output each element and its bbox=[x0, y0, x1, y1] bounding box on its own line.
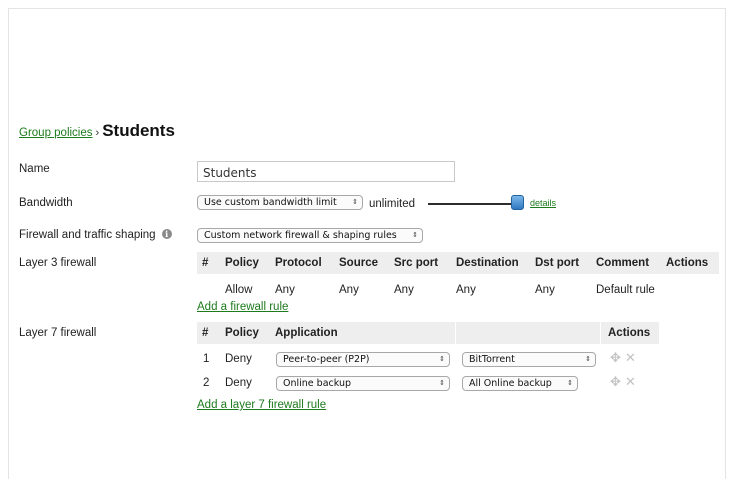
layer7-row-num: 1 bbox=[203, 353, 210, 365]
layer3-header-src-port: Src port bbox=[394, 257, 439, 269]
layer3-header-source: Source bbox=[339, 257, 378, 269]
content-frame bbox=[8, 8, 726, 479]
breadcrumb: Group policies › Students bbox=[19, 121, 175, 141]
layer7-header-actions: Actions bbox=[608, 327, 651, 339]
layer7-row1-category-select[interactable]: Peer-to-peer (P2P) ⇕ bbox=[276, 352, 450, 367]
layer7-header-policy: Policy bbox=[225, 327, 259, 339]
layer3-header-protocol: Protocol bbox=[275, 257, 322, 269]
breadcrumb-group-policies-link[interactable]: Group policies bbox=[19, 127, 93, 139]
bandwidth-label: Bandwidth bbox=[19, 197, 73, 209]
add-layer7-rule-link[interactable]: Add a layer 7 firewall rule bbox=[197, 399, 326, 411]
layer7-row2-category-value: Online backup bbox=[283, 378, 351, 389]
firewall-shaping-label: Firewall and traffic shaping i bbox=[19, 229, 172, 241]
layer3-row-source: Any bbox=[339, 284, 359, 296]
breadcrumb-separator: › bbox=[95, 127, 100, 139]
bandwidth-value-text: unlimited bbox=[369, 198, 416, 210]
delete-icon[interactable]: ✕ bbox=[625, 351, 636, 364]
select-arrow-icon: ⇕ bbox=[439, 355, 445, 363]
layer3-header-destination: Destination bbox=[456, 257, 519, 269]
delete-icon[interactable]: ✕ bbox=[625, 375, 636, 388]
bandwidth-slider-handle[interactable] bbox=[511, 195, 524, 210]
layer7-header-blank-cell bbox=[456, 322, 600, 344]
layer3-row-src-port: Any bbox=[394, 284, 414, 296]
bandwidth-details-link[interactable]: details bbox=[530, 198, 556, 208]
bandwidth-mode-value: Use custom bandwidth limit bbox=[204, 197, 337, 208]
layer7-row1-category-value: Peer-to-peer (P2P) bbox=[283, 354, 370, 365]
bandwidth-slider-track[interactable] bbox=[428, 203, 518, 205]
page-title: Students bbox=[102, 121, 175, 140]
layer7-firewall-label: Layer 7 firewall bbox=[19, 327, 97, 339]
select-arrow-icon: ⇕ bbox=[567, 379, 573, 387]
layer7-row-num: 2 bbox=[203, 377, 210, 389]
layer7-row1-app-select[interactable]: BitTorrent ⇕ bbox=[462, 352, 596, 367]
select-arrow-icon: ⇕ bbox=[412, 231, 418, 239]
layer7-row-policy: Deny bbox=[225, 353, 252, 365]
layer3-row-dst-port: Any bbox=[535, 284, 555, 296]
layer3-row-comment: Default rule bbox=[596, 284, 655, 296]
name-input[interactable]: Students bbox=[197, 161, 455, 182]
layer3-header-dst-port: Dst port bbox=[535, 257, 580, 269]
select-arrow-icon: ⇕ bbox=[585, 355, 591, 363]
layer7-header-num: # bbox=[202, 327, 209, 339]
info-icon[interactable]: i bbox=[161, 229, 172, 239]
layer7-row1-app-value: BitTorrent bbox=[469, 354, 515, 365]
name-label: Name bbox=[19, 163, 50, 175]
bandwidth-mode-select[interactable]: Use custom bandwidth limit ⇕ bbox=[197, 195, 363, 210]
move-icon[interactable]: ✥ bbox=[610, 351, 621, 364]
layer7-row2-category-select[interactable]: Online backup ⇕ bbox=[276, 376, 450, 391]
layer7-row-policy: Deny bbox=[225, 377, 252, 389]
layer7-row2-app-select[interactable]: All Online backup ⇕ bbox=[462, 376, 578, 391]
layer3-header-comment: Comment bbox=[596, 257, 650, 269]
layer7-row2-app-value: All Online backup bbox=[469, 378, 552, 389]
layer3-header-policy: Policy bbox=[225, 257, 259, 269]
layer7-header-application: Application bbox=[275, 327, 338, 339]
layer3-row-protocol: Any bbox=[275, 284, 295, 296]
move-icon[interactable]: ✥ bbox=[610, 375, 621, 388]
layer3-header-actions: Actions bbox=[666, 257, 709, 269]
firewall-shaping-value: Custom network firewall & shaping rules bbox=[204, 230, 397, 241]
layer3-row-destination: Any bbox=[456, 284, 476, 296]
select-arrow-icon: ⇕ bbox=[352, 198, 358, 206]
select-arrow-icon: ⇕ bbox=[439, 379, 445, 387]
add-firewall-rule-link[interactable]: Add a firewall rule bbox=[197, 301, 288, 313]
layer3-row-policy: Allow bbox=[225, 284, 253, 296]
firewall-shaping-select[interactable]: Custom network firewall & shaping rules ⇕ bbox=[197, 228, 423, 243]
firewall-shaping-label-text: Firewall and traffic shaping bbox=[19, 229, 156, 241]
layer3-firewall-label: Layer 3 firewall bbox=[19, 257, 97, 269]
layer3-header-num: # bbox=[202, 257, 209, 269]
